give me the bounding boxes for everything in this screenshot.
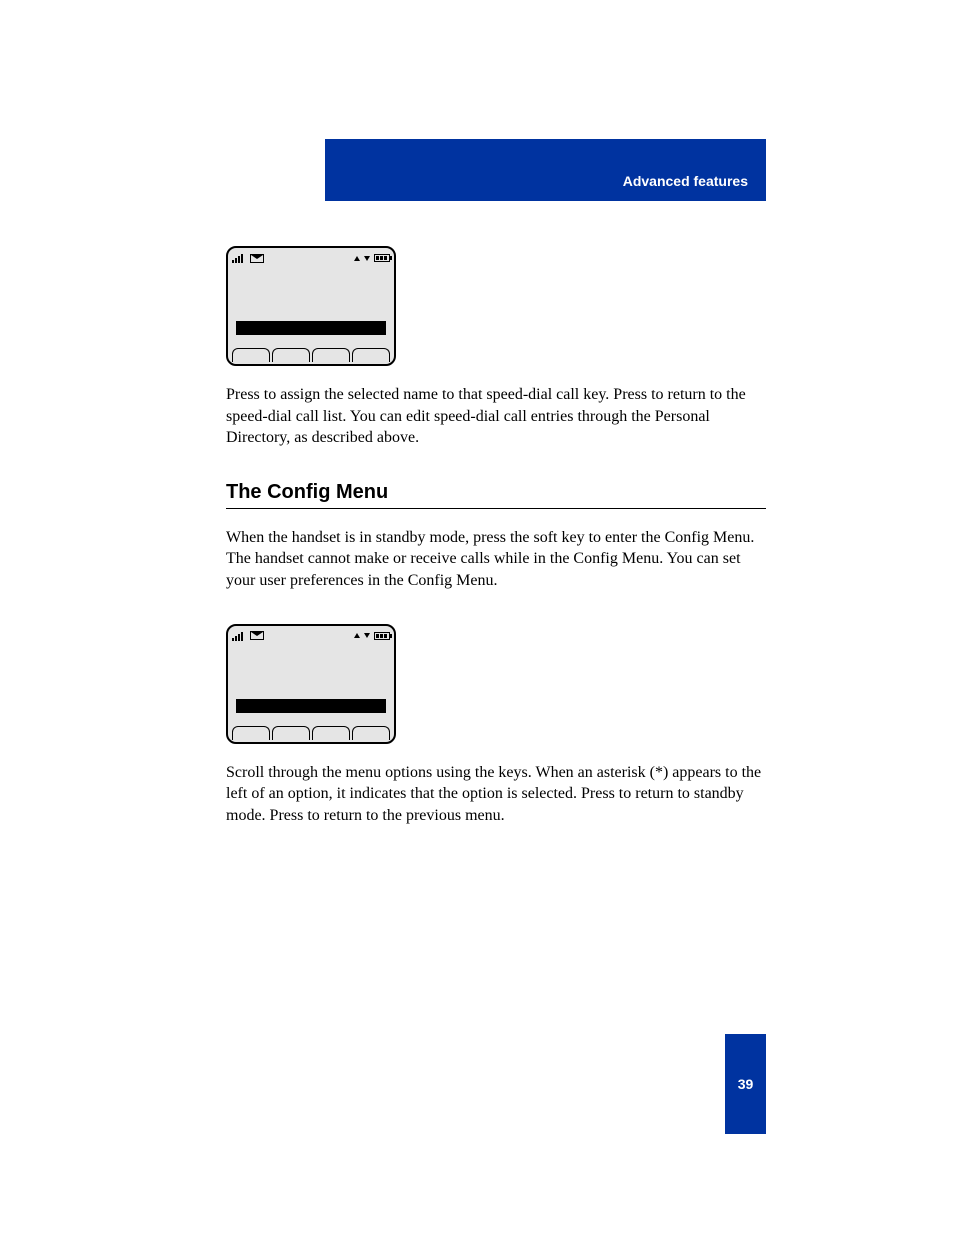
status-right xyxy=(354,254,390,262)
status-right xyxy=(354,632,390,640)
header-bar: Advanced features xyxy=(325,139,766,201)
status-row xyxy=(232,251,390,265)
arrow-up-icon xyxy=(354,633,360,638)
mail-icon xyxy=(250,631,264,640)
arrow-up-icon xyxy=(354,256,360,261)
phone-screen-2 xyxy=(226,624,396,744)
softkey-2 xyxy=(272,726,310,740)
paragraph-1: Press to assign the selected name to tha… xyxy=(226,384,766,449)
paragraph-3: Scroll through the menu options using th… xyxy=(226,762,766,827)
content-area: Press to assign the selected name to tha… xyxy=(226,246,766,858)
battery-icon xyxy=(374,632,390,640)
selection-bar xyxy=(236,699,386,713)
page-number: 39 xyxy=(738,1076,754,1092)
softkey-4 xyxy=(352,348,390,362)
softkey-2 xyxy=(272,348,310,362)
softkey-1 xyxy=(232,348,270,362)
paragraph-2: When the handset is in standby mode, pre… xyxy=(226,527,766,592)
selection-bar xyxy=(236,321,386,335)
page-number-box: 39 xyxy=(725,1034,766,1134)
softkey-3 xyxy=(312,348,350,362)
arrow-down-icon xyxy=(364,256,370,261)
page: Advanced features xyxy=(0,0,954,1235)
section-heading: The Config Menu xyxy=(226,481,766,509)
header-title: Advanced features xyxy=(623,173,748,189)
softkey-1 xyxy=(232,726,270,740)
softkey-3 xyxy=(312,726,350,740)
signal-icon xyxy=(232,631,246,641)
softkey-row xyxy=(232,726,390,740)
status-left xyxy=(232,253,264,263)
mail-icon xyxy=(250,254,264,263)
status-row xyxy=(232,629,390,643)
softkey-4 xyxy=(352,726,390,740)
battery-icon xyxy=(374,254,390,262)
status-left xyxy=(232,631,264,641)
phone-screen-1 xyxy=(226,246,396,366)
signal-icon xyxy=(232,253,246,263)
arrow-down-icon xyxy=(364,633,370,638)
softkey-row xyxy=(232,348,390,362)
